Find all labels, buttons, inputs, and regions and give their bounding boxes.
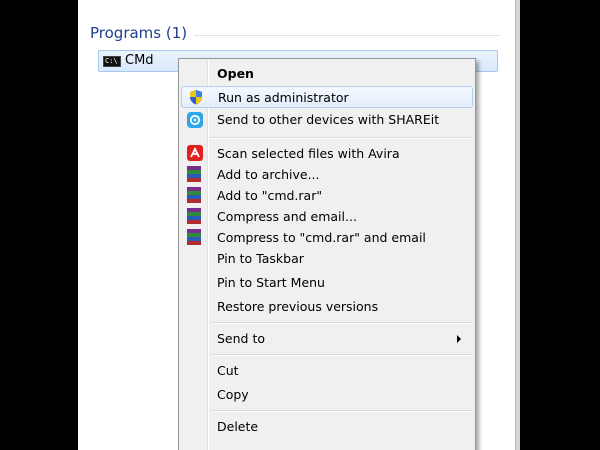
menu-item-label: Scan selected files with Avira (217, 146, 400, 161)
menu-separator (211, 322, 471, 324)
winrar-icon (187, 229, 201, 245)
winrar-icon (187, 166, 201, 182)
menu-item-label: Cut (217, 363, 239, 378)
menu-item-add-to-cmd-rar[interactable]: Add to "cmd.rar" (181, 185, 473, 206)
menu-item-label: Send to other devices with SHAREit (217, 112, 440, 127)
menu-item-label: Open (217, 66, 254, 81)
menu-item-add-to-archive[interactable]: Add to archive... (181, 164, 473, 185)
menu-item-label: Compress to "cmd.rar" and email (217, 230, 426, 245)
menu-item-label: Send to (217, 331, 266, 346)
menu-item-scan-with-avira[interactable]: Scan selected files with Avira (181, 143, 473, 164)
menu-item-compress-to-cmd-rar-and-email[interactable]: Compress to "cmd.rar" and email (181, 227, 473, 248)
command-prompt-icon: C:\ (103, 56, 121, 67)
panel-scrollbar[interactable] (515, 0, 520, 450)
submenu-arrow-icon (457, 335, 461, 343)
menu-item-label: Compress and email... (217, 209, 357, 224)
menu-item-pin-to-taskbar[interactable]: Pin to Taskbar (181, 248, 473, 270)
menu-item-label: Add to archive... (217, 167, 320, 182)
context-menu: Open Run as administrator Send to other … (178, 58, 476, 450)
menu-item-delete[interactable]: Delete (181, 415, 473, 438)
search-result-label: CMd (125, 53, 154, 68)
menu-item-pin-to-start-menu[interactable]: Pin to Start Menu (181, 271, 473, 294)
menu-item-send-with-shareit[interactable]: Send to other devices with SHAREit (181, 109, 473, 131)
menu-item-label: Pin to Start Menu (217, 275, 325, 290)
start-menu-search-panel: Programs (1) C:\ CMd Open Run as adminis… (78, 0, 520, 450)
menu-item-label: Copy (217, 387, 249, 402)
menu-item-send-to[interactable]: Send to (181, 327, 473, 350)
menu-item-label: Delete (217, 419, 259, 434)
menu-separator (211, 354, 471, 356)
menu-separator (211, 410, 471, 412)
shareit-icon (187, 112, 203, 128)
menu-item-cut[interactable]: Cut (181, 359, 473, 382)
avira-icon (187, 145, 203, 161)
programs-section-header: Programs (1) (90, 24, 188, 42)
menu-item-label: Add to "cmd.rar" (217, 188, 323, 203)
uac-shield-icon (188, 89, 204, 105)
menu-separator (211, 137, 471, 139)
menu-item-label: Pin to Taskbar (217, 251, 304, 266)
section-divider (194, 35, 500, 36)
menu-item-restore-previous-versions[interactable]: Restore previous versions (181, 295, 473, 318)
menu-item-compress-and-email[interactable]: Compress and email... (181, 206, 473, 227)
menu-item-label: Run as administrator (218, 90, 349, 105)
menu-item-label: Restore previous versions (217, 299, 379, 314)
menu-item-run-as-administrator[interactable]: Run as administrator (181, 86, 473, 108)
winrar-icon (187, 208, 201, 224)
menu-item-open[interactable]: Open (181, 63, 473, 85)
winrar-icon (187, 187, 201, 203)
menu-item-copy[interactable]: Copy (181, 383, 473, 406)
